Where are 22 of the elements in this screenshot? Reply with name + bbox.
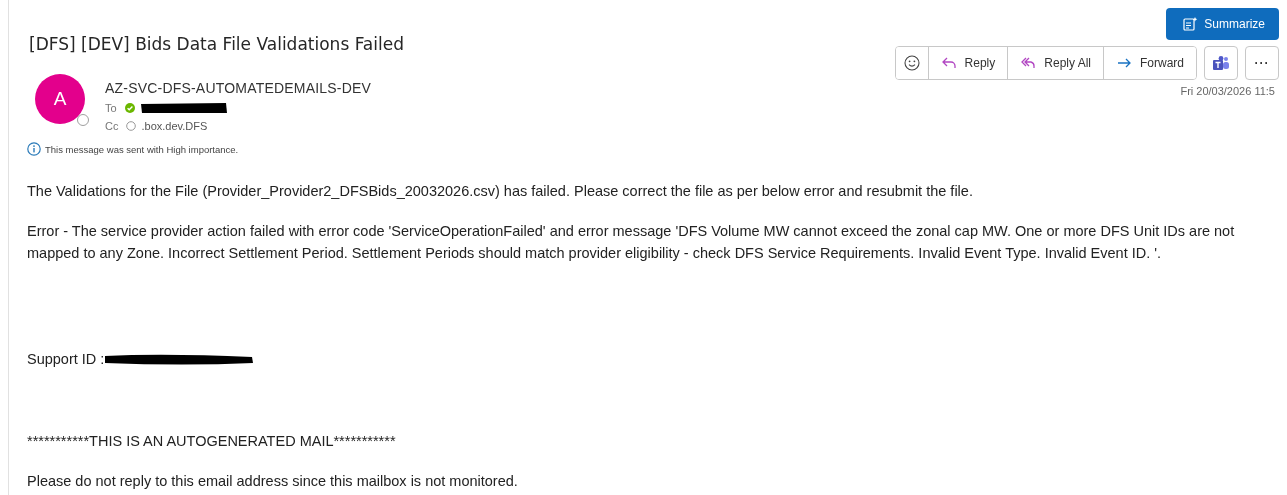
email-subject: [DFS] [DEV] Bids Data File Validations Failed [29, 34, 404, 54]
body-text: ***********THIS IS AN AUTOGENERATED MAIL*********** [27, 432, 397, 451]
importance-note: This message was sent with High importance. [45, 143, 239, 155]
recipient-name[interactable]: .box.dev.DFS [141, 120, 208, 132]
body-text: Please do not reply to this email address since this mailbox is not monitored. [27, 472, 519, 491]
summarize-button[interactable]: Summarize [1166, 8, 1279, 40]
reply-all-icon [1020, 55, 1037, 71]
forward-button[interactable]: Forward [1103, 47, 1196, 79]
sender-name: AZ-SVC-DFS-AUTOMATEDEMAILS-DEV [105, 80, 372, 96]
more-options-button[interactable]: ··· [1245, 46, 1279, 80]
recipient-label: To [105, 102, 117, 114]
reply-icon [940, 55, 957, 71]
teams-button[interactable] [1204, 46, 1238, 80]
body-text: The Validations for the File (Provider_Provider2_DFSBids_20032026.csv) has failed. Please correct the file as per below error and resubmit the file. [27, 182, 974, 201]
recipient-label: Cc [105, 120, 119, 132]
received-date: Fri 20/03/2026 11:5 [1180, 85, 1275, 97]
smiley-icon [903, 55, 920, 71]
info-icon [27, 142, 41, 156]
teams-icon [1212, 55, 1230, 71]
summarize-icon [1182, 16, 1199, 32]
body-text: Error - The service provider action failed with error code 'ServiceOperationFailed' and error message 'DFS Volume MW cannot exceed the zonal cap MW. One or more DFS Unit IDs are not mapped to any Zone. Incorrect Settlement Period. Settlement Periods should match provider eligibility - check DFS Service Requirements. Invalid Event Type. Invalid Event ID. '. [27, 222, 1236, 263]
support-id-label: Support ID : [27, 350, 105, 369]
